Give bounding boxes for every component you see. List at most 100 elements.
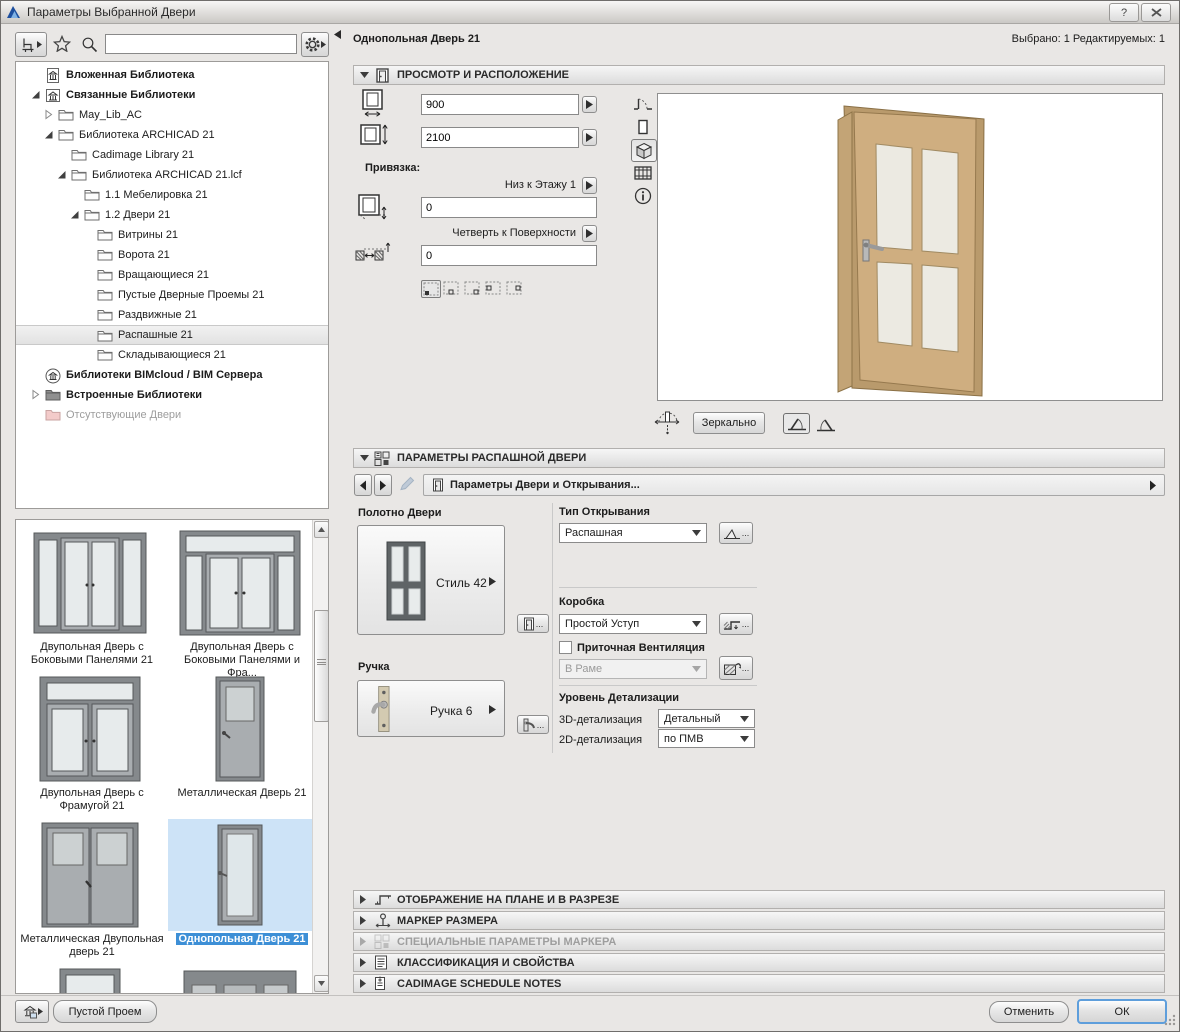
scroll-up-button[interactable] [314,521,328,538]
door-thumbnail-однопольная-дверь-21[interactable] [168,819,312,931]
height-flyout-button[interactable] [582,129,597,146]
leaf-style-button[interactable]: Стиль 42 [357,525,505,635]
resize-grip[interactable] [1164,1014,1176,1029]
door-thumbnail-двупольная-дверь-с-боковыми-панелями-и-фра-[interactable] [168,527,312,639]
vent-checkbox[interactable] [559,641,572,654]
settings-button[interactable] [301,32,329,57]
frame-settings-button[interactable]: ... [719,613,753,635]
vent-position-dropdown[interactable]: В Раме [559,659,707,679]
height-input[interactable] [421,127,579,148]
door-thumbnail[interactable] [168,965,312,993]
door-thumbnail-двупольная-дверь-с-боковыми-панелями-21[interactable] [18,527,162,639]
swing-right-toggle[interactable] [813,415,839,433]
section-специальные-параметры-маркера[interactable]: СПЕЦИАЛЬНЫЕ ПАРАМЕТРЫ МАРКЕРА [353,932,1165,951]
favorites-button[interactable] [53,35,73,55]
sill-input[interactable] [421,197,597,218]
door-thumbnail-list[interactable]: Двупольная Дверь с Боковыми Панелями 21 Д… [15,519,329,994]
info-button[interactable] [631,185,655,206]
section-title: СПЕЦИАЛЬНЫЕ ПАРАМЕТРЫ МАРКЕРА [397,935,617,948]
swing-left-toggle[interactable] [783,413,810,434]
anchor-mode-1-button[interactable] [421,280,441,298]
tree-item-витрины-21[interactable]: Витрины 21 [16,225,328,245]
edit-params-button[interactable] [399,476,417,494]
tree-item-связанные-библиотеки[interactable]: Связанные Библиотеки [16,85,328,105]
expander-open-icon[interactable] [30,89,42,101]
section-preview-placement[interactable]: ПРОСМОТР И РАСПОЛОЖЕНИЕ [353,65,1165,85]
door-thumbnail[interactable] [18,965,162,993]
door-thumbnail-металлическая-двупольная-дверь-21[interactable] [18,819,162,931]
thumbnail-scrollbar[interactable] [312,520,328,993]
library-manager-button[interactable] [15,1000,49,1023]
anchor-mode-5-button[interactable] [505,280,523,296]
params-page-selector[interactable]: Параметры Двери и Открывания... [423,474,1165,496]
ok-button[interactable]: ОК [1077,999,1167,1024]
opening-type-settings-button[interactable]: ... [719,522,753,544]
titlebar[interactable]: Параметры Выбранной Двери [1,1,1179,24]
library-tree[interactable]: Вложенная Библиотека Связанные Библиотеки… [15,61,329,509]
handle-style-button[interactable]: Ручка 6 [357,680,505,737]
door-thumbnail-двупольная-дверь-с-фрамугой-21[interactable] [18,673,162,785]
section-классификация-и-свойства[interactable]: КЛАССИФИКАЦИЯ И СВОЙСТВА [353,953,1165,972]
section-swing-door-params[interactable]: ПАРАМЕТРЫ РАСПАШНОЙ ДВЕРИ [353,448,1165,468]
leaf-settings-button[interactable]: ... [517,614,549,633]
empty-opening-button[interactable]: Пустой Проем [53,1000,157,1023]
3d-view-button[interactable] [631,139,657,162]
tree-item-cadimage-library-21[interactable]: Cadimage Library 21 [16,145,328,165]
close-button[interactable] [1141,3,1171,22]
tree-item-вращающиеся-21[interactable]: Вращающиеся 21 [16,265,328,285]
detail-2d-dropdown[interactable]: по ПМВ [658,729,755,748]
cancel-button[interactable]: Отменить [989,1001,1069,1023]
panel-collapse-arrow[interactable] [334,30,341,42]
tree-item-may-lib-ac[interactable]: May_Lib_AC [16,105,328,125]
anchor-mode-4-button[interactable] [484,280,502,296]
expander-closed-icon[interactable] [43,109,55,121]
base-anchor-flyout-button[interactable] [582,177,597,194]
tree-item-распашные-21[interactable]: Распашные 21 [16,325,328,345]
reveal-input[interactable] [421,245,597,266]
width-input[interactable] [421,94,579,115]
tree-item-отсутствующие-двери[interactable]: Отсутствующие Двери [16,405,328,425]
tree-item-пустые-дверные-проемы-21[interactable]: Пустые Дверные Проемы 21 [16,285,328,305]
tree-item-библиотеки-bimcloud-bim-сервера[interactable]: Библиотеки BIMcloud / BIM Сервера [16,365,328,385]
plan-view-button[interactable] [631,93,655,114]
elevation-view-button[interactable] [631,116,655,137]
help-button[interactable]: ? [1109,3,1139,22]
anchor-mode-2-button[interactable] [442,280,460,296]
section-отображение-на-плане-и-в-разрезе[interactable]: ОТОБРАЖЕНИЕ НА ПЛАНЕ И В РАЗРЕЗЕ [353,890,1165,909]
width-flyout-button[interactable] [582,96,597,113]
section-маркер-размера[interactable]: МАРКЕР РАЗМЕРА [353,911,1165,930]
tree-item-встроенные-библиотеки[interactable]: Встроенные Библиотеки [16,385,328,405]
nav-back-button[interactable] [354,474,372,496]
preview-strip-button[interactable] [631,162,655,183]
mirror-button[interactable]: Зеркально [693,412,765,434]
handle-style-image [371,686,390,732]
door-thumbnail-металлическая-дверь-21[interactable] [168,673,312,785]
vent-settings-button[interactable]: ... [719,656,753,680]
detail-3d-dropdown[interactable]: Детальный [658,709,755,728]
tree-item-ворота-21[interactable]: Ворота 21 [16,245,328,265]
reveal-flyout-button[interactable] [582,225,597,242]
object-type-button[interactable] [15,32,47,57]
tree-item-библиотека-archicad-21-lcf[interactable]: Библиотека ARCHICAD 21.lcf [16,165,328,185]
door-3d-preview[interactable] [657,93,1163,401]
expander-open-icon[interactable] [43,129,55,141]
opening-type-dropdown[interactable]: Распашная [559,523,707,543]
expander-open-icon[interactable] [56,169,68,181]
tree-item-библиотека-archicad-21[interactable]: Библиотека ARCHICAD 21 [16,125,328,145]
anchor-mode-3-button[interactable] [463,280,481,296]
section-cadimage-schedule-notes[interactable]: CADIMAGE SCHEDULE NOTES [353,974,1165,993]
expander-open-icon[interactable] [69,209,81,221]
expander-closed-icon[interactable] [30,389,42,401]
search-button[interactable] [81,36,99,54]
tree-item-раздвижные-21[interactable]: Раздвижные 21 [16,305,328,325]
tree-item-складывающиеся-21[interactable]: Складывающиеся 21 [16,345,328,365]
handle-settings-button[interactable]: ... [517,715,549,734]
nav-forward-button[interactable] [374,474,392,496]
tree-item-вложенная-библиотека[interactable]: Вложенная Библиотека [16,65,328,85]
scrollbar-thumb[interactable] [314,610,328,722]
tree-item-1-1-мебелировка-21[interactable]: 1.1 Мебелировка 21 [16,185,328,205]
tree-item-1-2-двери-21[interactable]: 1.2 Двери 21 [16,205,328,225]
search-input[interactable] [105,34,297,54]
frame-type-dropdown[interactable]: Простой Уступ [559,614,707,634]
scroll-down-button[interactable] [314,975,328,992]
